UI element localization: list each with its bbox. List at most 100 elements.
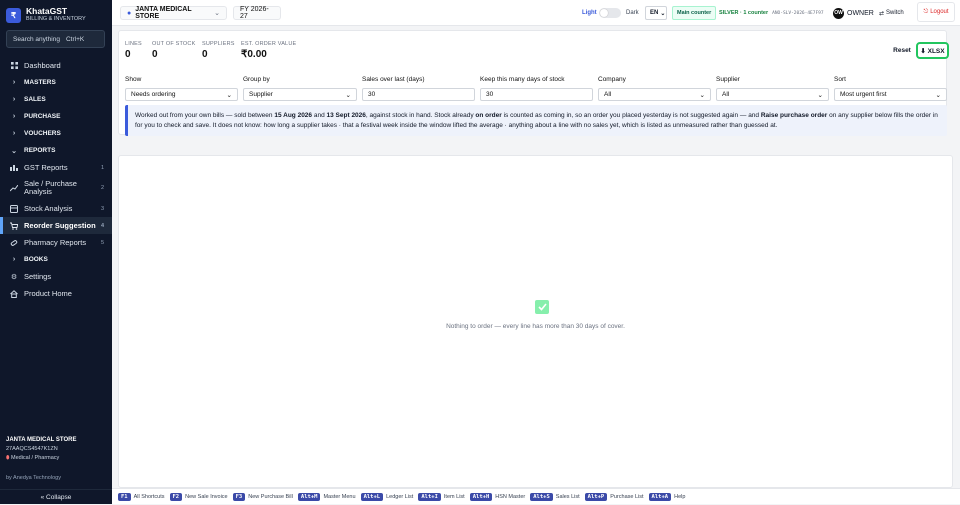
store-name: JANTA MEDICAL STORE	[6, 437, 77, 443]
sidebar-item-product-home[interactable]: Product Home	[0, 285, 112, 302]
shortcut-key: F2	[169, 492, 183, 501]
chevron-down-icon: ⌄	[660, 10, 666, 17]
check-icon	[535, 300, 549, 314]
keep-days-input[interactable]: 30	[480, 88, 593, 101]
sidebar-item-reorder-suggestion[interactable]: Reorder Suggestion 4	[0, 217, 112, 234]
language-select[interactable]: EN ⌄	[645, 6, 667, 20]
theme-toggle[interactable]	[599, 8, 621, 18]
shortcut-label: All Shortcuts	[133, 493, 165, 500]
select-value: Most urgent first	[840, 91, 887, 98]
shortcut-key: Alt+L	[360, 492, 384, 501]
store-type: ⬮ Medical / Pharmacy	[6, 455, 76, 462]
sidebar-item-stock-analysis[interactable]: Stock Analysis 3	[0, 200, 112, 217]
trend-icon	[10, 184, 18, 192]
switch-button[interactable]: ⇄ Switch	[879, 6, 904, 20]
shortcut-help[interactable]: Alt+A Help	[648, 492, 685, 501]
chevron-down-icon: ⌄	[699, 91, 705, 99]
supplier-select[interactable]: All ⌄	[716, 88, 829, 101]
pill-icon	[10, 239, 18, 247]
kpi-lines: LINES 0	[125, 41, 142, 60]
sidebar-item-sale-purchase-analysis[interactable]: Sale / Purchase Analysis 2	[0, 176, 112, 200]
sidebar-item-shortcut: 4	[100, 222, 104, 229]
swap-icon: ⇄	[879, 10, 885, 17]
store-type-label: Medical / Pharmacy	[11, 455, 60, 461]
select-value: Needs ordering	[131, 91, 176, 98]
sidebar-section-purchase[interactable]: › PURCHASE	[0, 108, 112, 125]
info-text: is counted as coming in, so an order you…	[501, 112, 761, 119]
logout-button[interactable]: ⎋ Logout	[917, 2, 955, 22]
box-icon	[10, 204, 18, 213]
shortcut-label: Master Menu	[323, 493, 356, 500]
store-gstin: 27AAQCS4547K1ZN	[6, 446, 58, 452]
toggle-knob-icon	[600, 9, 608, 17]
results-panel: Nothing to order — every line has more t…	[118, 155, 953, 488]
filter-label: Show	[125, 76, 142, 83]
company-select[interactable]: All ⌄	[598, 88, 711, 101]
shortcut-new-purchase[interactable]: F3 New Purchase Bill	[232, 492, 293, 501]
info-text: , against stock in hand. Stock already	[365, 112, 476, 119]
input-value: 30	[368, 91, 376, 98]
sidebar-item-pharmacy-reports[interactable]: Pharmacy Reports 5	[0, 234, 112, 251]
store-info: JANTA MEDICAL STORE 27AAQCS4547K1ZN ⬮ Me…	[6, 437, 76, 462]
store-selector-label: JANTA MEDICAL STORE	[135, 6, 192, 20]
export-xlsx-button[interactable]: ⬇ XLSX	[916, 42, 949, 59]
sidebar-item-label: VOUCHERS	[24, 130, 61, 137]
filter-keep-days: Keep this many days of stock 30	[480, 76, 593, 101]
brand-subtitle: BILLING & INVENTORY	[26, 16, 86, 22]
shortcut-new-sale[interactable]: F2 New Sale Invoice	[169, 492, 228, 501]
shortcut-all[interactable]: F1 All Shortcuts	[118, 492, 165, 501]
store-selector[interactable]: ● JANTA MEDICAL STORE ⌄	[120, 6, 227, 20]
shortcut-key: Alt+H	[469, 492, 493, 501]
sidebar-section-vouchers[interactable]: › VOUCHERS	[0, 125, 112, 142]
home-icon	[10, 289, 18, 298]
sidebar-item-dashboard[interactable]: Dashboard	[0, 57, 112, 74]
sales-days-input[interactable]: 30	[362, 88, 475, 101]
kpi-label: EST. ORDER VALUE	[241, 41, 297, 47]
sidebar-section-sales[interactable]: › SALES	[0, 91, 112, 108]
shortcut-item-list[interactable]: Alt+I Item List	[418, 492, 465, 501]
filter-supplier: Supplier All ⌄	[716, 76, 829, 101]
shortcut-hsn-master[interactable]: Alt+H HSN Master	[469, 492, 525, 501]
gear-icon: ⚙	[10, 273, 18, 281]
sort-select[interactable]: Most urgent first ⌄	[834, 88, 947, 101]
chevron-down-icon: ⌄	[214, 10, 220, 17]
shortcut-ledger-list[interactable]: Alt+L Ledger List	[360, 492, 413, 501]
group-by-select[interactable]: Supplier ⌄	[243, 88, 357, 101]
search-input[interactable]: Search anything Ctrl+K	[6, 30, 105, 48]
bar-chart-icon	[10, 164, 18, 172]
user-menu[interactable]: OW OWNER	[833, 6, 874, 20]
shortcut-sales-list[interactable]: Alt+S Sales List	[530, 492, 580, 501]
avatar: OW	[833, 7, 844, 19]
theme-light-label[interactable]: Light	[582, 6, 597, 20]
logout-icon: ⎋	[923, 8, 929, 15]
status-dot-icon: ●	[127, 9, 132, 17]
filter-label: Sales over last (days)	[362, 76, 425, 83]
reset-button[interactable]: Reset	[890, 44, 914, 57]
theme-dark-label[interactable]: Dark	[626, 6, 639, 20]
shortcut-key: Alt+S	[530, 492, 553, 501]
brand[interactable]: ₹ KhataGST BILLING & INVENTORY	[6, 7, 86, 23]
plan-label: SILVER · 1 counter	[719, 10, 769, 16]
sidebar-item-shortcut: 1	[100, 164, 104, 171]
shortcut-master-menu[interactable]: Alt+M Master Menu	[297, 492, 356, 501]
sidebar-item-label: SALES	[24, 96, 46, 103]
info-date-from: 15 Aug 2026	[274, 112, 313, 119]
shortcut-label: Item List	[443, 493, 465, 500]
info-text: Worked out from your own bills — sold be…	[135, 112, 275, 119]
sidebar-item-shortcut: 2	[100, 185, 104, 191]
switch-label: Switch	[886, 10, 904, 16]
sidebar-item-settings[interactable]: ⚙ Settings	[0, 268, 112, 285]
kpi-suppliers: SUPPLIERS 0	[202, 41, 235, 60]
filter-company: Company All ⌄	[598, 76, 711, 101]
collapse-button[interactable]: « Collapse	[0, 489, 112, 504]
sidebar-section-reports[interactable]: ⌄ REPORTS	[0, 142, 112, 159]
sidebar-item-gst-reports[interactable]: GST Reports 1	[0, 159, 112, 176]
show-select[interactable]: Needs ordering ⌄	[125, 88, 238, 101]
sidebar-section-masters[interactable]: › MASTERS	[0, 74, 112, 91]
shortcut-purchase-list[interactable]: Alt+P Purchase List	[584, 492, 644, 501]
shortcut-key: Alt+I	[418, 492, 441, 501]
fy-selector[interactable]: FY 2026-27	[233, 6, 281, 20]
sidebar-section-books[interactable]: › BOOKS	[0, 251, 112, 268]
filter-group-by: Group by Supplier ⌄	[243, 76, 357, 101]
filter-label: Supplier	[716, 76, 740, 83]
